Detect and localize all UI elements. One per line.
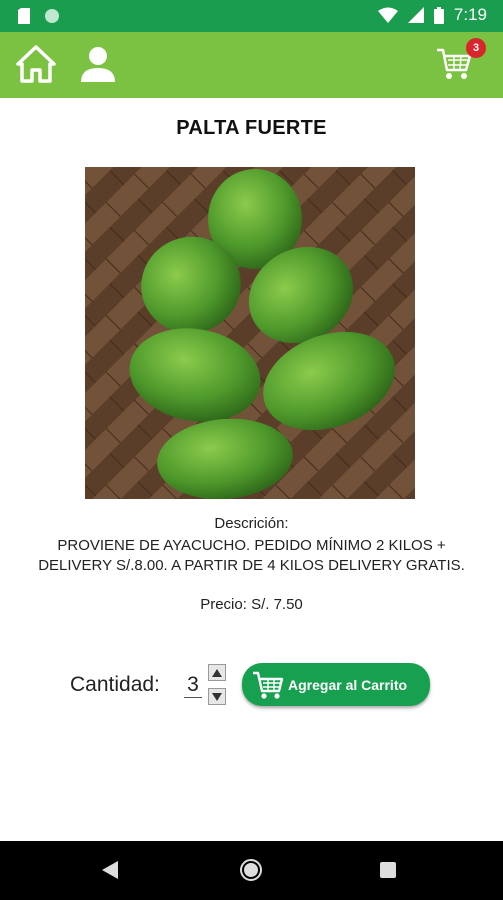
quantity-label: Cantidad: <box>70 673 160 696</box>
app-bar <box>0 32 503 98</box>
wifi-icon <box>377 7 398 23</box>
description-line: PROVIENE DE AYACUCHO. PEDIDO MÍNIMO 2 KI… <box>57 537 446 554</box>
quantity-decrease-button[interactable] <box>208 688 226 705</box>
status-bar: 7:19 <box>0 0 503 32</box>
recents-icon[interactable] <box>380 862 396 878</box>
add-to-cart-label: Agregar al Carrito <box>288 676 408 693</box>
status-time: 7:19 <box>453 5 487 24</box>
sim-card-icon <box>18 8 30 24</box>
product-image <box>85 167 415 499</box>
quantity-input[interactable]: 3 <box>184 673 202 698</box>
arrow-down-icon <box>212 692 222 701</box>
user-icon[interactable] <box>78 44 118 84</box>
quantity-increase-button[interactable] <box>208 664 226 681</box>
product-title: PALTA FUERTE <box>176 117 327 139</box>
notification-dot-icon <box>45 9 59 23</box>
system-nav-bar <box>0 841 503 900</box>
product-price: Precio: S/. 7.50 <box>200 596 303 613</box>
description-line: DELIVERY S/.8.00. A PARTIR DE 4 KILOS DE… <box>38 557 465 574</box>
battery-icon <box>433 6 444 24</box>
signal-icon <box>407 7 424 23</box>
back-icon[interactable] <box>102 861 118 879</box>
home-icon[interactable] <box>16 44 56 84</box>
add-to-cart-button[interactable]: Agregar al Carrito <box>242 663 430 706</box>
arrow-up-icon <box>212 668 222 677</box>
home-circle-icon[interactable] <box>239 858 263 882</box>
description-label: Descrición: <box>214 515 289 532</box>
cart-count-badge: 3 <box>466 38 486 58</box>
product-description: PROVIENE DE AYACUCHO. PEDIDO MÍNIMO 2 KI… <box>0 536 503 576</box>
cart-icon <box>253 671 284 699</box>
